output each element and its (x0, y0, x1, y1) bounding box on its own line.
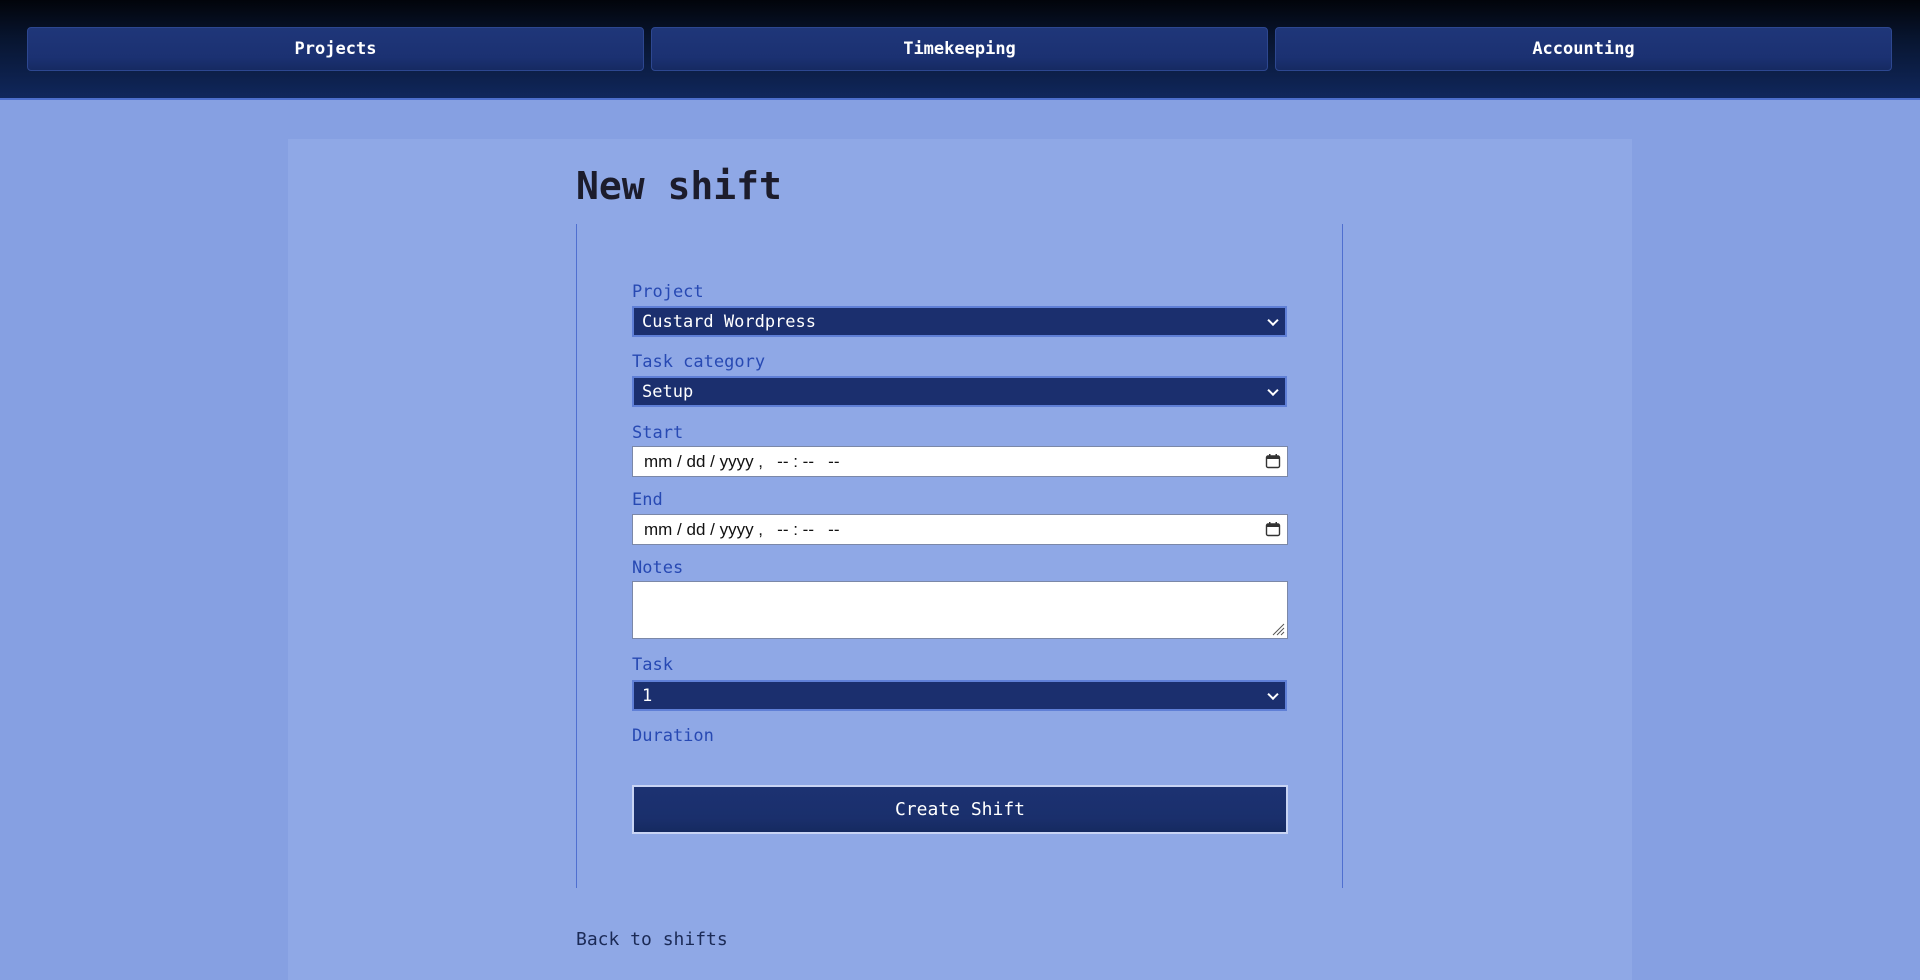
project-label: Project (632, 282, 704, 302)
nav-projects-button[interactable]: Projects (27, 27, 644, 71)
chevron-down-icon (1267, 314, 1279, 326)
task-label: Task (632, 655, 673, 675)
start-datetime-input[interactable]: mm / dd / yyyy , -- : -- -- (632, 446, 1288, 477)
page-title: New shift (576, 164, 782, 208)
task-category-label: Task category (632, 352, 766, 372)
task-category-select[interactable]: Setup (632, 376, 1287, 407)
start-label: Start (632, 423, 684, 443)
resize-handle-icon[interactable] (1271, 622, 1285, 636)
nav-accounting-button[interactable]: Accounting (1275, 27, 1892, 71)
back-to-shifts-link[interactable]: Back to shifts (576, 929, 728, 951)
task-select[interactable]: 1 (632, 680, 1287, 711)
start-datetime-value: mm / dd / yyyy , -- : -- -- (644, 451, 840, 471)
chevron-down-icon (1267, 688, 1279, 700)
duration-label: Duration (632, 726, 714, 746)
end-datetime-value: mm / dd / yyyy , -- : -- -- (644, 519, 840, 539)
chevron-down-icon (1267, 384, 1279, 396)
end-datetime-input[interactable]: mm / dd / yyyy , -- : -- -- (632, 514, 1288, 545)
project-selected-value: Custard Wordpress (642, 311, 816, 332)
notes-textarea[interactable] (632, 581, 1288, 639)
calendar-icon[interactable] (1265, 521, 1281, 537)
project-select[interactable]: Custard Wordpress (632, 306, 1287, 337)
top-navbar: Projects Timekeeping Accounting (0, 0, 1920, 100)
task-category-selected-value: Setup (642, 381, 694, 402)
calendar-icon[interactable] (1265, 453, 1281, 469)
task-selected-value: 1 (642, 685, 653, 706)
nav-timekeeping-button[interactable]: Timekeeping (651, 27, 1268, 71)
create-shift-button[interactable]: Create Shift (632, 785, 1288, 834)
end-label: End (632, 490, 663, 510)
notes-label: Notes (632, 558, 684, 578)
